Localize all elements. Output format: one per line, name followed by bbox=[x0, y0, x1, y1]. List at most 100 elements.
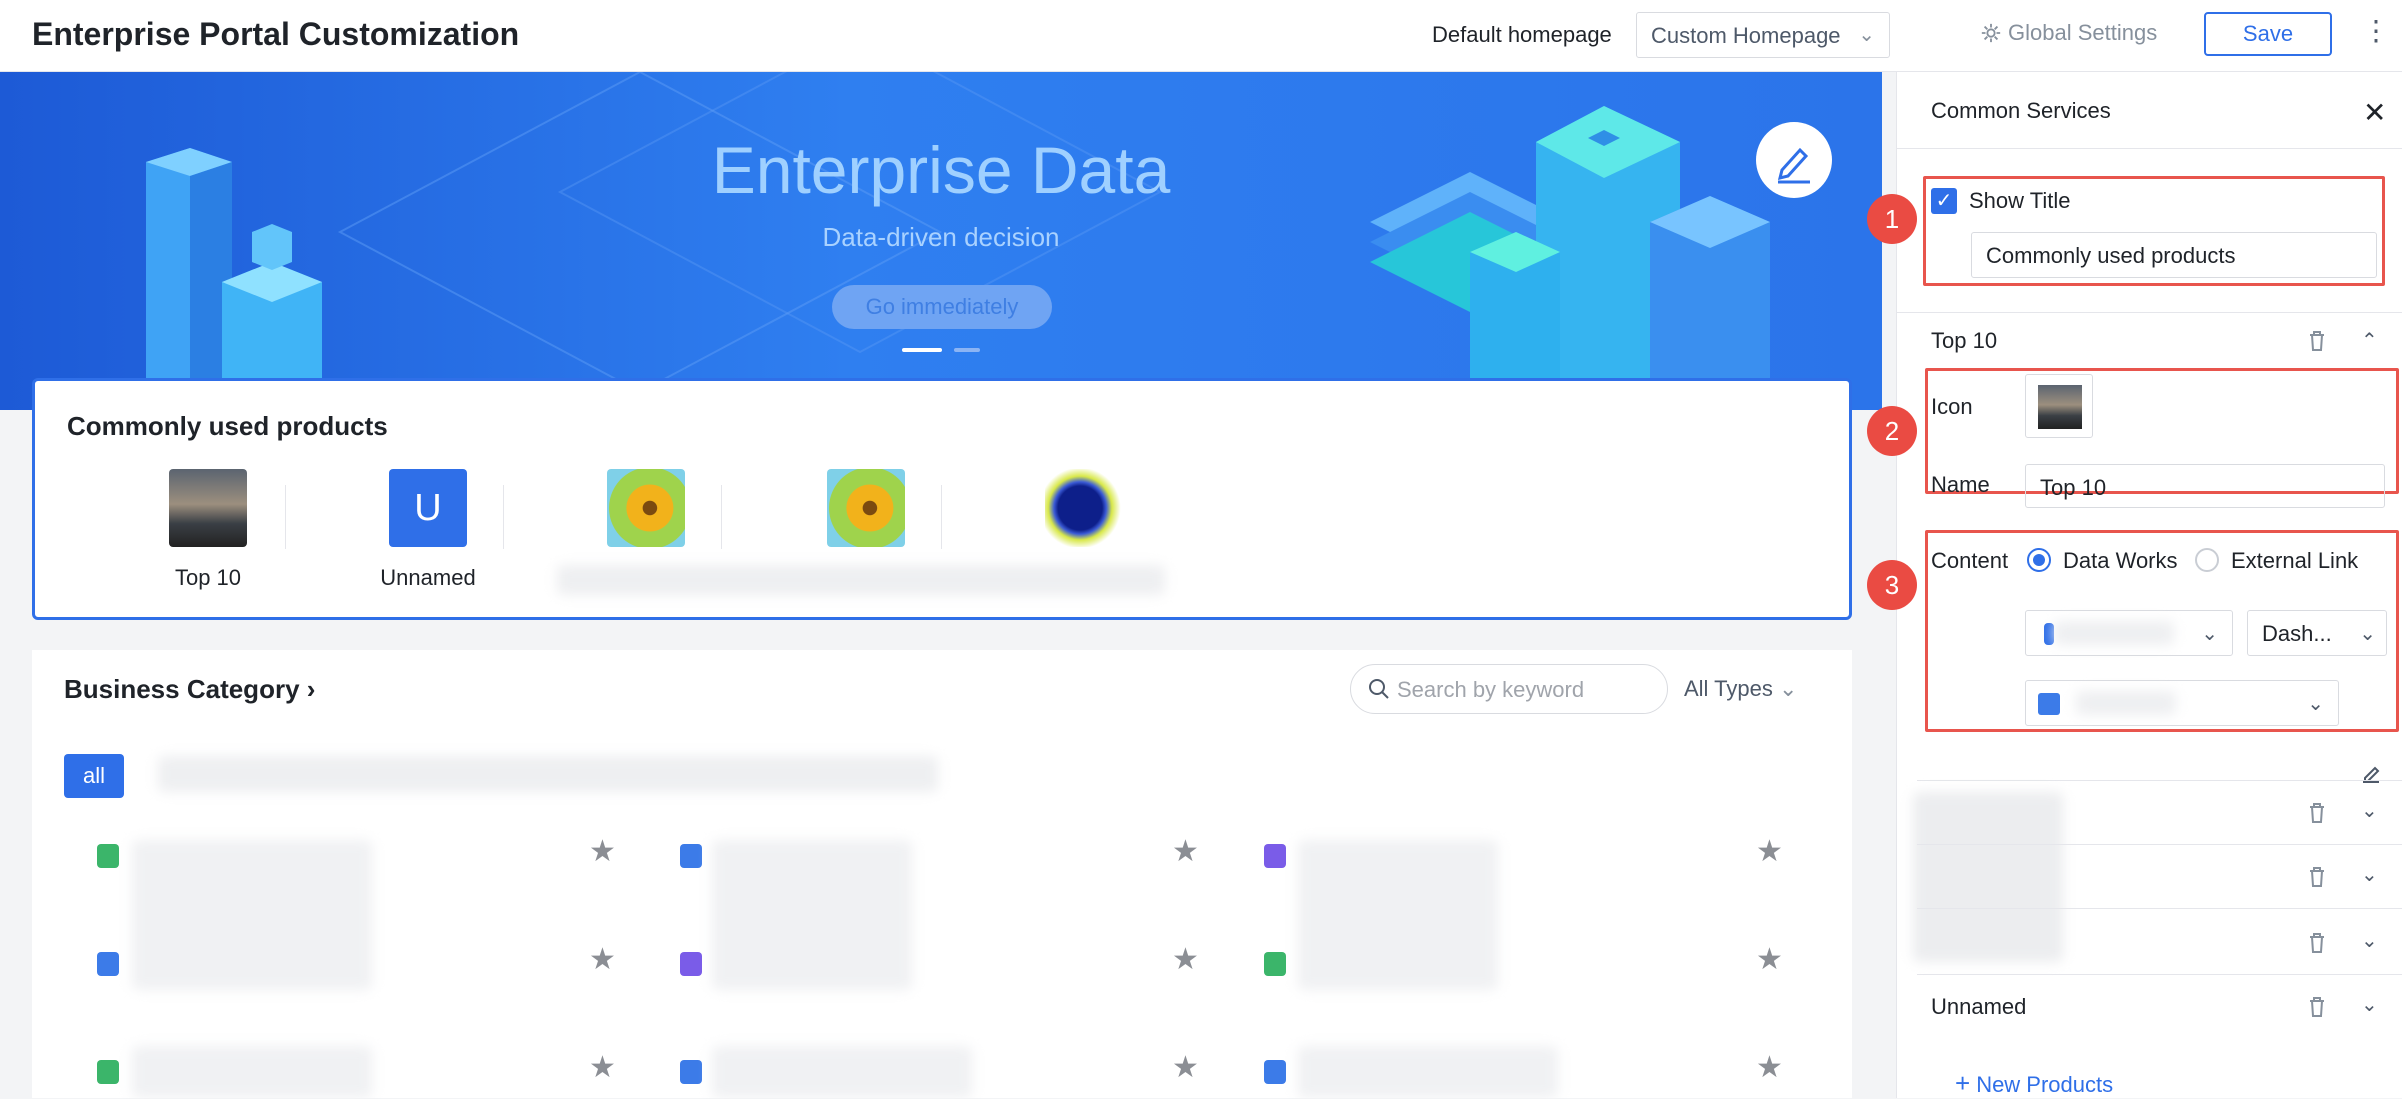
sheet-icon bbox=[97, 1060, 119, 1084]
external-link-radio[interactable] bbox=[2195, 548, 2219, 572]
star-icon[interactable]: ★ bbox=[589, 942, 616, 977]
chart-icon bbox=[680, 844, 702, 868]
business-category-link[interactable]: Business Category › bbox=[64, 674, 315, 705]
data-works-label: Data Works bbox=[2063, 548, 2178, 573]
search-input[interactable]: Search by keyword bbox=[1350, 664, 1668, 714]
blurred-workspace-name bbox=[2054, 621, 2174, 645]
star-icon[interactable]: ★ bbox=[1756, 942, 1783, 977]
product-item[interactable]: U Unnamed bbox=[353, 469, 503, 591]
search-placeholder: Search by keyword bbox=[1397, 677, 1585, 702]
chevron-down-icon: ⌄ bbox=[2359, 623, 2376, 645]
divider bbox=[721, 485, 722, 549]
type-select-value: Dash... bbox=[2262, 621, 2332, 646]
chevron-down-icon[interactable]: ⌄ bbox=[2361, 798, 2378, 823]
product-name: Top 10 bbox=[174, 565, 242, 590]
workspace-select[interactable]: ⌄ bbox=[2025, 610, 2233, 656]
type-filter-select[interactable]: All Types ⌄ bbox=[1684, 676, 1797, 702]
chevron-down-icon: ⌄ bbox=[2307, 693, 2324, 715]
close-icon[interactable]: ✕ bbox=[2363, 96, 2386, 129]
title-input[interactable]: Commonly used products bbox=[1971, 232, 2377, 278]
annotation-number: 2 bbox=[1867, 406, 1917, 456]
dashboard-icon bbox=[680, 952, 702, 976]
blurred-section-names bbox=[1913, 792, 2063, 962]
divider bbox=[1917, 908, 2402, 909]
product-thumbnail bbox=[1045, 469, 1123, 547]
product-name: Unnamed bbox=[380, 565, 476, 590]
product-item[interactable] bbox=[571, 469, 721, 565]
go-immediately-button[interactable]: Go immediately bbox=[832, 285, 1052, 329]
chevron-down-icon: ⌄ bbox=[1858, 24, 1875, 46]
product-item[interactable] bbox=[791, 469, 941, 565]
chevron-down-icon[interactable]: ⌄ bbox=[2361, 992, 2378, 1017]
name-input[interactable]: Top 10 bbox=[2025, 464, 2385, 508]
edit-icon[interactable] bbox=[2359, 762, 2383, 786]
type-filter-value: All Types bbox=[1684, 676, 1773, 701]
dashboard-select[interactable]: ⌄ bbox=[2025, 680, 2339, 726]
name-label: Name bbox=[1931, 472, 1990, 497]
edit-banner-button[interactable] bbox=[1756, 122, 1832, 198]
global-settings-label: Global Settings bbox=[2008, 20, 2158, 45]
blurred-item-title bbox=[1298, 840, 1498, 990]
trash-icon[interactable] bbox=[2307, 996, 2327, 1018]
star-icon[interactable]: ★ bbox=[1172, 834, 1199, 869]
blurred-item-title bbox=[132, 840, 372, 990]
data-works-radio[interactable] bbox=[2027, 548, 2051, 572]
trash-icon[interactable] bbox=[2307, 330, 2327, 352]
star-icon[interactable]: ★ bbox=[1172, 1050, 1199, 1085]
product-letter-avatar: U bbox=[389, 469, 467, 547]
chevron-down-icon[interactable]: ⌄ bbox=[2361, 862, 2378, 887]
divider bbox=[1917, 780, 2402, 781]
icon-thumbnail bbox=[2038, 385, 2082, 429]
category-all-button[interactable]: all bbox=[64, 754, 124, 798]
chevron-up-icon[interactable]: ⌃ bbox=[2361, 328, 2378, 353]
chevron-down-icon: ⌄ bbox=[1778, 676, 1798, 701]
new-products-button[interactable]: + New Products bbox=[1955, 1068, 2113, 1099]
star-icon[interactable]: ★ bbox=[1756, 1050, 1783, 1085]
chart-icon bbox=[680, 1060, 702, 1084]
trash-icon[interactable] bbox=[2307, 802, 2327, 824]
star-icon[interactable]: ★ bbox=[589, 834, 616, 869]
divider bbox=[285, 485, 286, 549]
gear-icon bbox=[1981, 23, 2001, 43]
carousel-dot-active[interactable] bbox=[902, 348, 942, 352]
more-options-icon[interactable]: ⋮ bbox=[2362, 14, 2390, 54]
common-services-panel: Common Services ✕ 1 ✓ Show Title Commonl… bbox=[1867, 72, 2402, 1099]
divider bbox=[1897, 312, 2402, 313]
icon-picker[interactable] bbox=[2025, 374, 2093, 438]
icon-label: Icon bbox=[1931, 394, 1973, 419]
annotation-number: 3 bbox=[1867, 560, 1917, 610]
divider bbox=[1917, 844, 2402, 845]
blurred-item-title bbox=[1298, 1046, 1558, 1098]
blurred-item-title bbox=[712, 840, 912, 990]
star-icon[interactable]: ★ bbox=[1172, 942, 1199, 977]
trash-icon[interactable] bbox=[2307, 866, 2327, 888]
product-item[interactable]: Top 10 bbox=[133, 469, 283, 591]
global-settings-button[interactable]: Global Settings bbox=[1980, 20, 2157, 46]
panel-title: Common Services bbox=[1931, 98, 2111, 123]
blurred-category-tabs bbox=[158, 756, 938, 792]
carousel-dot[interactable] bbox=[954, 348, 980, 352]
business-category-title: Business Category bbox=[64, 674, 300, 704]
blurred-item-title bbox=[132, 1046, 372, 1098]
star-icon[interactable]: ★ bbox=[1756, 834, 1783, 869]
chevron-down-icon[interactable]: ⌄ bbox=[2361, 928, 2378, 953]
commonly-used-products-card[interactable]: Commonly used products Top 10 U Unnamed bbox=[32, 378, 1852, 620]
divider bbox=[503, 485, 504, 549]
new-products-label: New Products bbox=[1976, 1072, 2114, 1097]
save-button[interactable]: Save bbox=[2204, 12, 2332, 56]
chevron-down-icon: ⌄ bbox=[2201, 623, 2218, 645]
divider bbox=[1897, 148, 2402, 149]
star-icon[interactable]: ★ bbox=[589, 1050, 616, 1085]
pencil-icon bbox=[1777, 147, 1810, 184]
type-select[interactable]: Dash... ⌄ bbox=[2247, 610, 2387, 656]
chevron-right-icon: › bbox=[306, 674, 316, 704]
show-title-checkbox[interactable]: ✓ bbox=[1931, 188, 1957, 214]
product-thumbnail bbox=[827, 469, 905, 547]
chart-icon bbox=[97, 952, 119, 976]
top-header: Enterprise Portal Customization Default … bbox=[0, 0, 2402, 72]
default-homepage-label: Default homepage bbox=[1432, 22, 1612, 47]
section-title-top10: Top 10 bbox=[1931, 328, 1998, 353]
product-item[interactable] bbox=[1009, 469, 1159, 565]
homepage-select[interactable]: Custom Homepage ⌄ bbox=[1636, 12, 1890, 58]
trash-icon[interactable] bbox=[2307, 932, 2327, 954]
